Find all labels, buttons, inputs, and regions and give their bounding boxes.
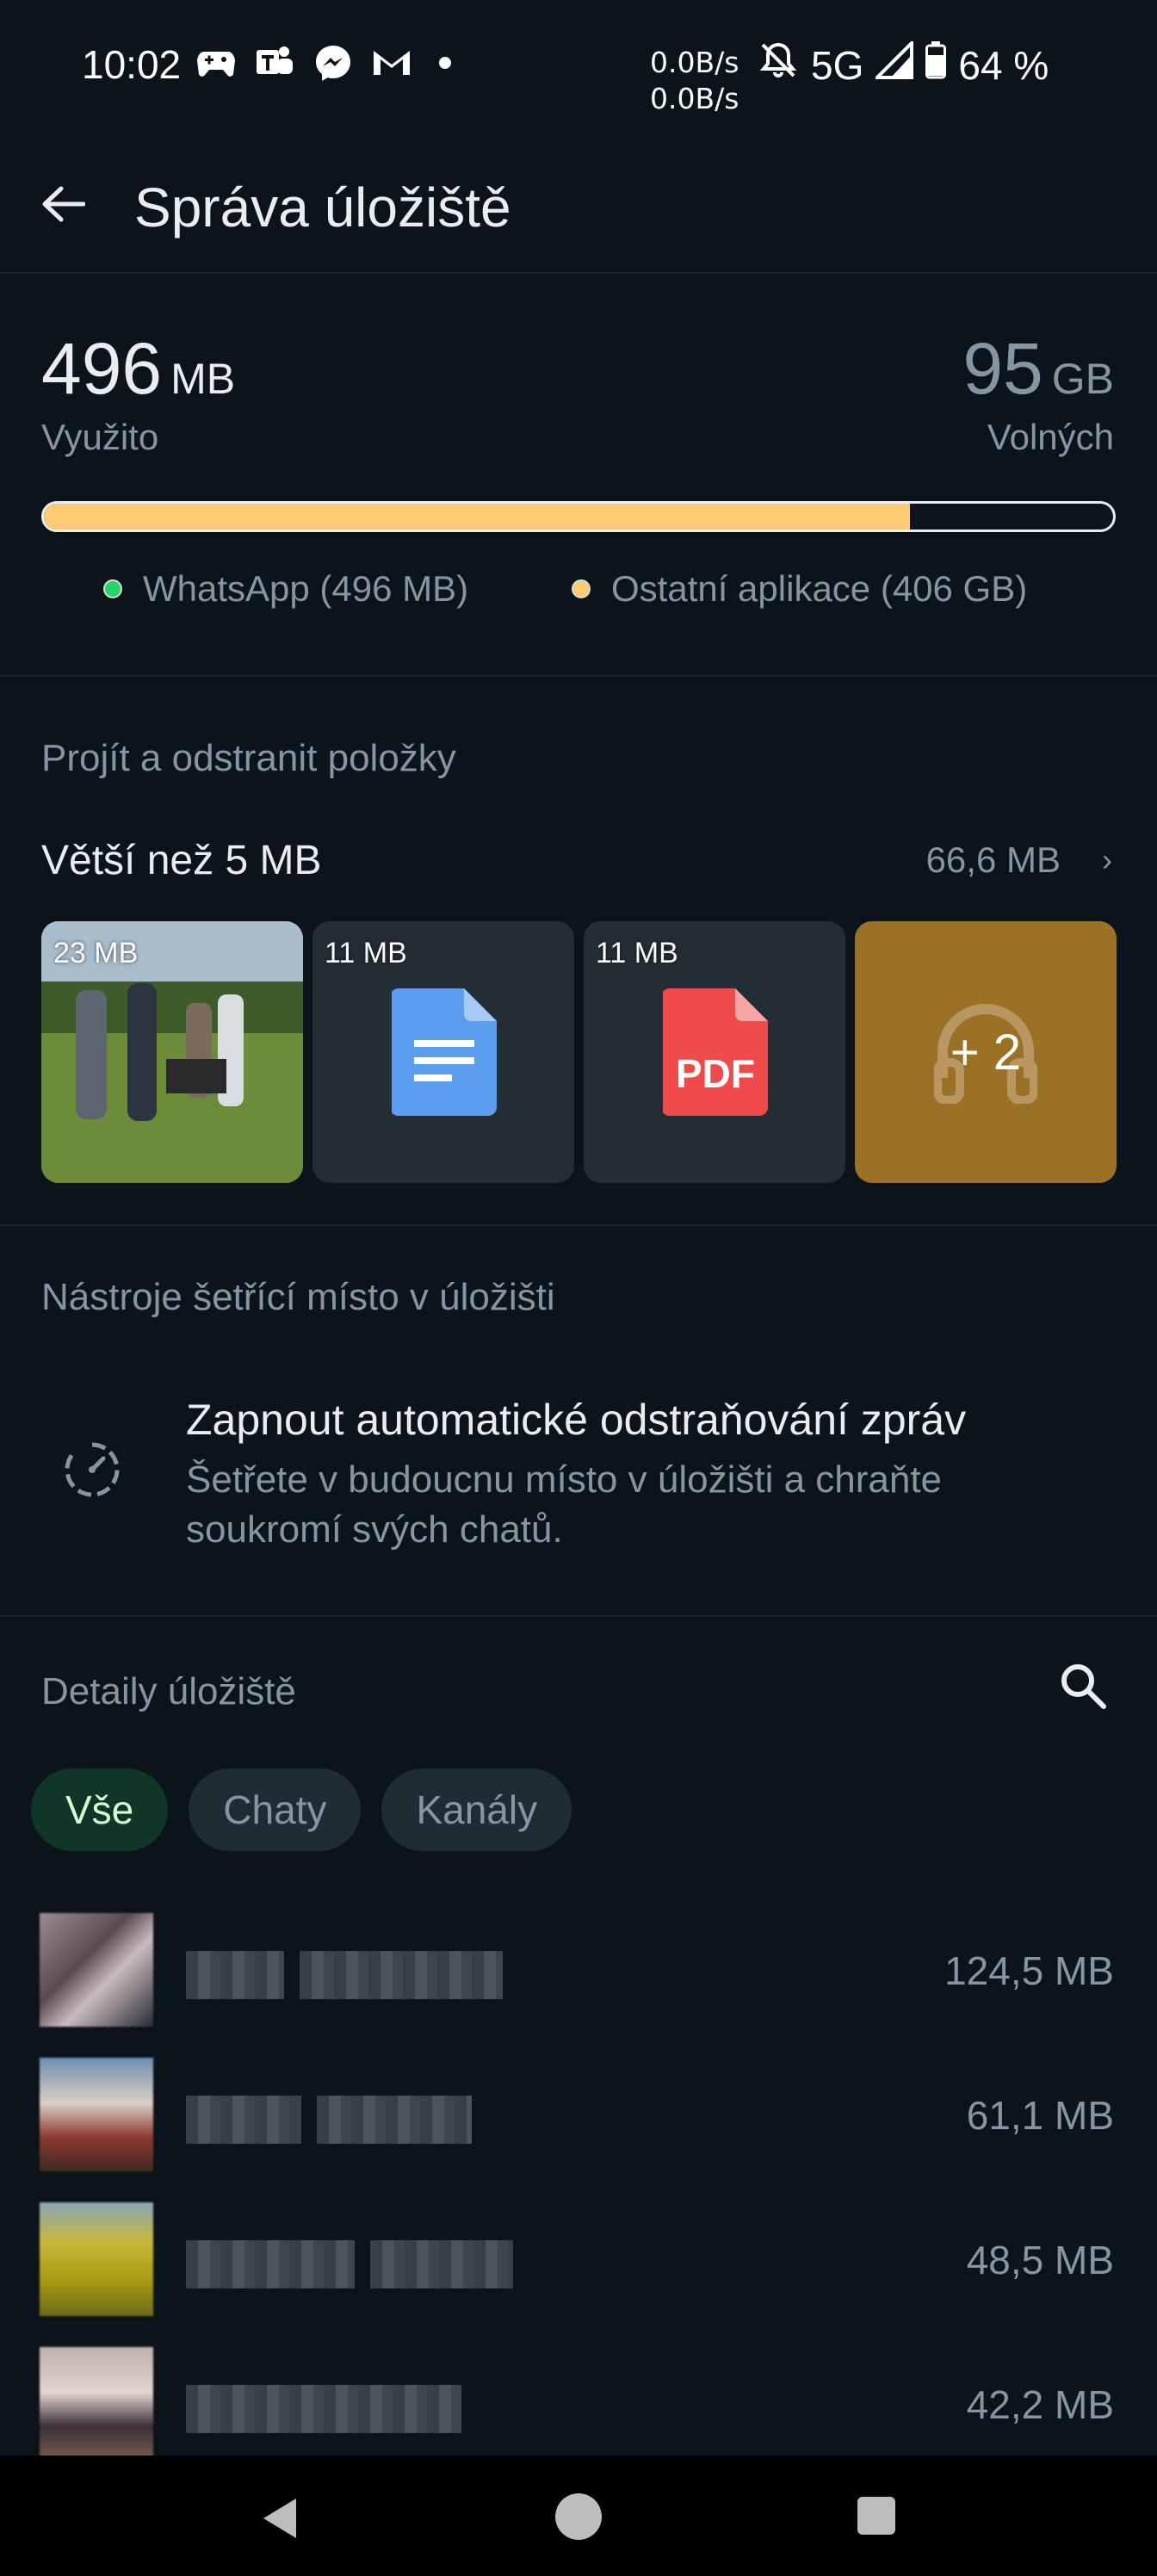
- contact-name-blurred: [186, 1951, 503, 1999]
- chat-size: 42,2 MB: [966, 2382, 1114, 2427]
- signal-icon: [873, 39, 914, 89]
- avatar: [40, 2202, 153, 2316]
- avatar: [40, 2058, 153, 2171]
- arrow-left-icon: [42, 186, 85, 222]
- legend-label-other-apps: Ostatní aplikace (406 GB): [611, 568, 1028, 609]
- tile-size: 11 MB: [596, 937, 678, 969]
- top-app-bar: Správa úložiště: [0, 145, 1157, 274]
- divider: [0, 1615, 1157, 1617]
- used-unit: MB: [170, 355, 236, 403]
- pdf-badge: PDF: [676, 1051, 755, 1096]
- filter-chips: Vše Chaty Kanály: [31, 1768, 572, 1851]
- tile-size: 11 MB: [325, 937, 407, 969]
- teams-icon: [255, 43, 294, 83]
- avatar: [40, 1913, 153, 2027]
- free-amount: 95 GB: [962, 327, 1114, 411]
- system-navigation-bar: [0, 2455, 1157, 2576]
- nav-recents-icon[interactable]: [857, 2497, 895, 2535]
- chat-size: 124,5 MB: [944, 1948, 1114, 1993]
- free-unit: GB: [1051, 355, 1114, 403]
- chip-channels[interactable]: Kanály: [381, 1768, 572, 1851]
- legend-dot-other-apps: [572, 579, 591, 598]
- bigger-than-label[interactable]: Větší než 5 MB: [41, 837, 321, 884]
- legend-dot-whatsapp: [103, 579, 122, 598]
- auto-delete-title[interactable]: Zapnout automatické odstraňování zpráv: [186, 1395, 966, 1445]
- auto-delete-description: Šetřete v budoucnu místo v úložišti a ch…: [186, 1458, 943, 1551]
- gmail-icon: [372, 43, 411, 83]
- contact-name-blurred: [186, 2096, 472, 2144]
- chip-chats[interactable]: Chaty: [189, 1768, 362, 1851]
- chevron-right-icon[interactable]: ›: [1102, 842, 1112, 878]
- used-label: Využito: [41, 417, 159, 457]
- avatar: [40, 2347, 153, 2461]
- battery-percent: 64 %: [958, 42, 1049, 88]
- speed-down: 0.0B/s: [650, 82, 739, 115]
- legend-other-apps: Ostatní aplikace (406 GB): [572, 568, 1027, 610]
- nav-back-icon[interactable]: [258, 2495, 300, 2542]
- legend-whatsapp: WhatsApp (496 MB): [103, 568, 468, 610]
- back-button[interactable]: [34, 176, 91, 232]
- nav-home-icon[interactable]: [555, 2493, 602, 2540]
- details-section-title: Detaily úložiště: [41, 1670, 296, 1712]
- chat-size: 48,5 MB: [966, 2238, 1114, 2282]
- contact-name-blurred: [186, 2240, 513, 2288]
- notification-icons: [196, 43, 451, 83]
- free-value: 95: [962, 328, 1043, 409]
- media-tile-more[interactable]: + 2: [855, 921, 1117, 1183]
- status-time: 10:02: [82, 42, 182, 87]
- muted-icon: [758, 41, 799, 89]
- media-tile-pdf[interactable]: 11 MB PDF: [584, 921, 845, 1183]
- tools-section-title: Nástroje šetřící místo v úložišti: [41, 1276, 555, 1318]
- list-item[interactable]: 124,5 MB: [0, 1913, 1157, 2058]
- media-tile-photo[interactable]: 23 MB: [41, 921, 303, 1183]
- used-amount: 496 MB: [41, 327, 235, 411]
- free-label: Volných: [987, 417, 1114, 457]
- status-bar: 10:02 0.0B/s 0.0B/s 5G 64 %: [0, 0, 1157, 129]
- usage-bar-fill: [44, 504, 911, 529]
- legend-label-whatsapp: WhatsApp (496 MB): [143, 568, 469, 609]
- divider: [0, 1224, 1157, 1226]
- document-icon: [392, 988, 497, 1116]
- network-speed: 0.0B/s 0.0B/s: [650, 45, 739, 117]
- search-button[interactable]: [1055, 1658, 1111, 1713]
- messenger-icon: [313, 43, 353, 83]
- more-count: + 2: [950, 1024, 1022, 1081]
- list-item[interactable]: 48,5 MB: [0, 2202, 1157, 2347]
- status-right: 5G 64 %: [758, 39, 1049, 89]
- used-value: 496: [41, 328, 163, 409]
- review-section-title: Projít a odstranit položky: [41, 737, 456, 779]
- speed-up: 0.0B/s: [650, 46, 739, 79]
- disappearing-timer-icon[interactable]: [62, 1440, 122, 1500]
- storage-usage-bar: [41, 501, 1116, 532]
- chip-all[interactable]: Vše: [31, 1768, 169, 1851]
- bigger-than-size[interactable]: 66,6 MB: [926, 839, 1061, 881]
- media-tile-document[interactable]: 11 MB: [312, 921, 574, 1183]
- tile-size: 23 MB: [53, 937, 139, 969]
- more-notifications-icon: [439, 57, 451, 69]
- game-controller-icon: [196, 43, 236, 83]
- search-icon: [1061, 1664, 1106, 1709]
- battery-icon: [925, 41, 947, 89]
- network-type: 5G: [811, 42, 864, 88]
- divider: [0, 675, 1157, 677]
- contact-name-blurred: [186, 2385, 461, 2433]
- page-title: Správa úložiště: [134, 176, 511, 238]
- chat-size: 61,1 MB: [966, 2093, 1114, 2138]
- list-item[interactable]: 61,1 MB: [0, 2058, 1157, 2202]
